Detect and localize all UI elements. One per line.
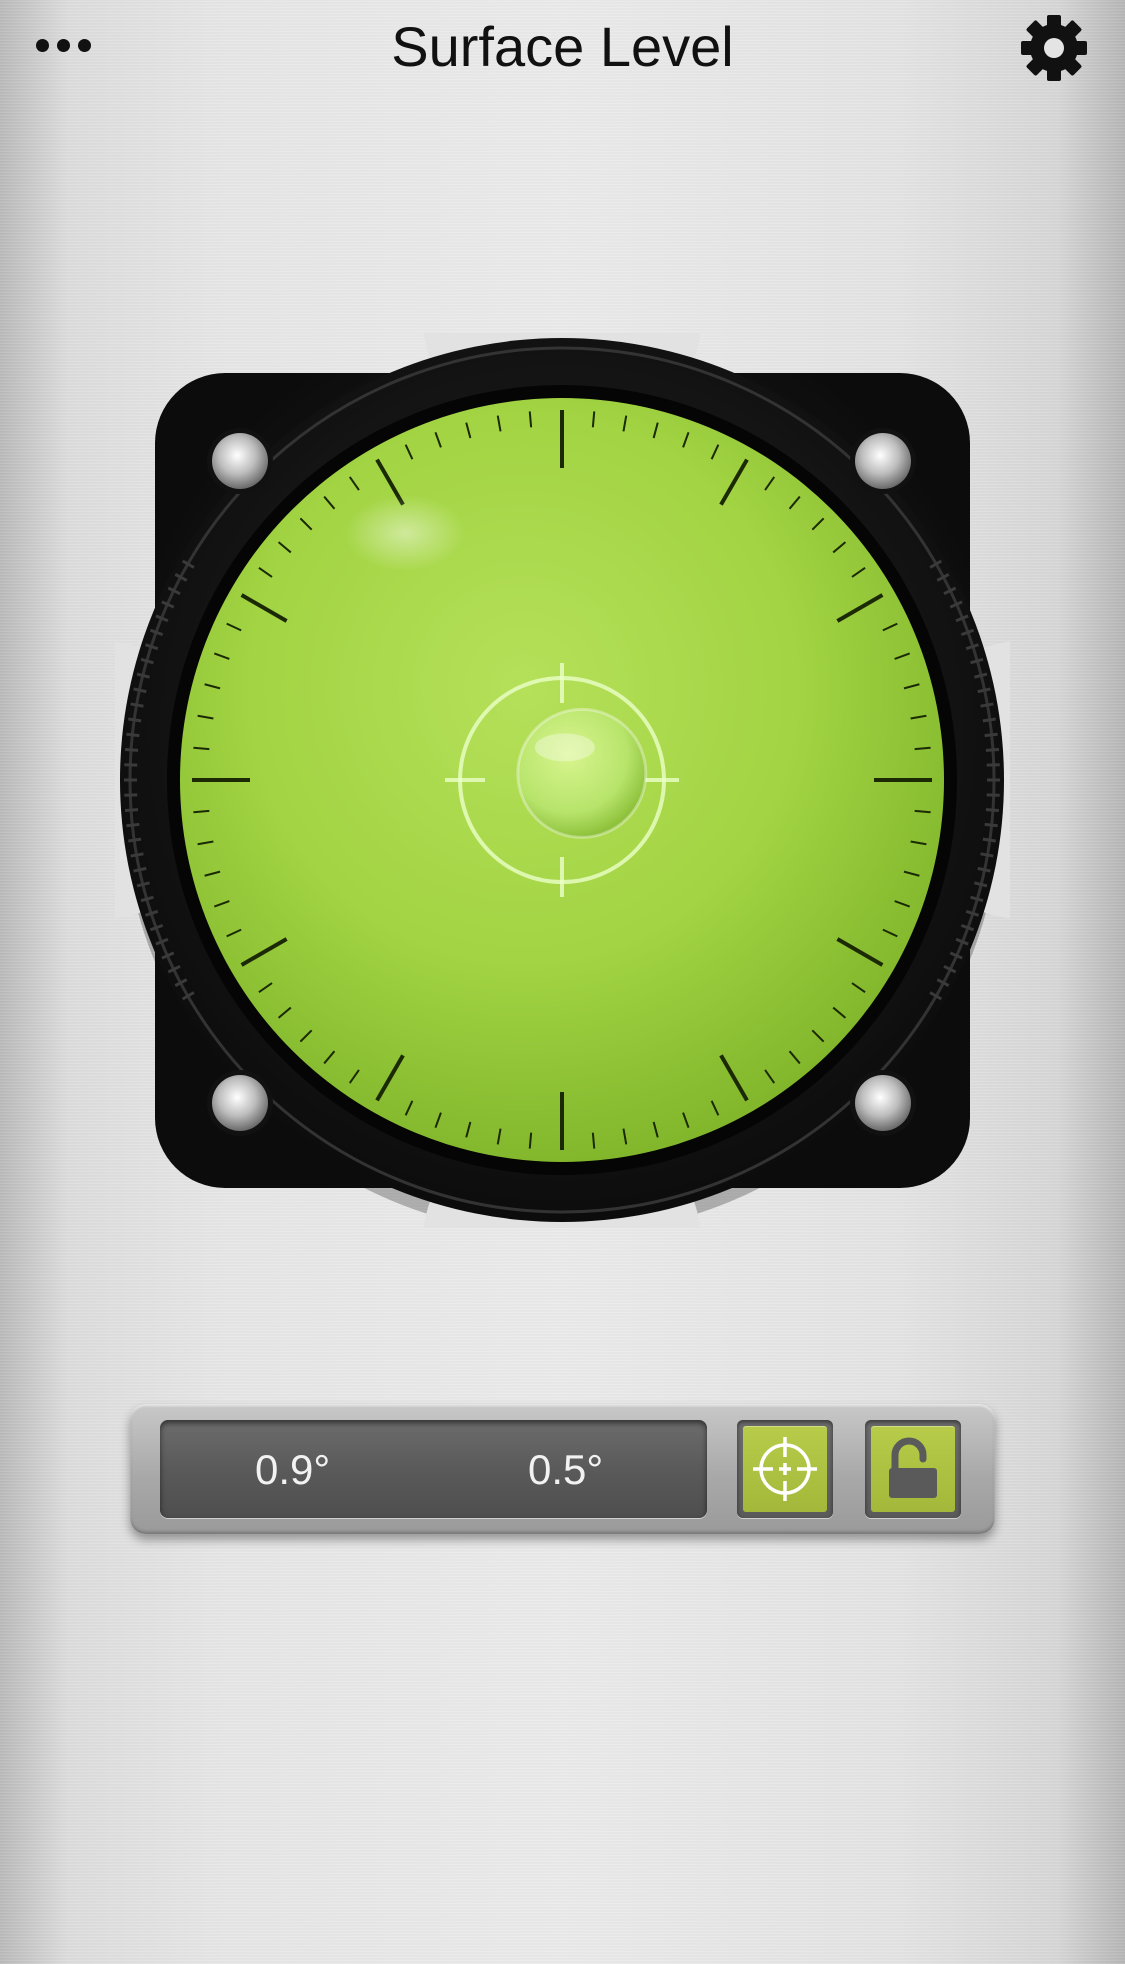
page-title: Surface Level bbox=[391, 15, 734, 78]
tick-mark bbox=[193, 809, 210, 814]
knurl-line bbox=[985, 747, 1000, 752]
glass-highlight bbox=[345, 495, 465, 571]
readout-tray: 0.9° 0.5° bbox=[130, 1404, 995, 1534]
knurl-line bbox=[128, 837, 142, 843]
tick-mark bbox=[914, 746, 931, 751]
unlocked-padlock-icon bbox=[889, 1437, 937, 1498]
knurl-line bbox=[982, 717, 996, 723]
knurl-line bbox=[126, 822, 140, 828]
tick-mark bbox=[193, 746, 210, 751]
bubble-level bbox=[115, 333, 1010, 1228]
x-angle-value: 0.9° bbox=[255, 1446, 331, 1493]
knurl-line bbox=[126, 732, 140, 738]
tick-mark bbox=[528, 1132, 533, 1149]
top-bar: Surface Level bbox=[0, 0, 1125, 96]
tick-mark bbox=[528, 411, 533, 428]
knurl-line bbox=[984, 732, 998, 738]
lock-button[interactable] bbox=[865, 1420, 961, 1518]
gear-icon bbox=[1021, 15, 1087, 81]
knurl-line bbox=[982, 837, 996, 843]
knurl-line bbox=[124, 747, 139, 752]
knurl-line bbox=[128, 717, 142, 723]
knurl-line bbox=[985, 808, 1000, 813]
calibrate-button[interactable] bbox=[737, 1420, 833, 1518]
knurl-line bbox=[124, 808, 139, 813]
settings-button[interactable] bbox=[1018, 12, 1090, 84]
angle-readout: 0.9° 0.5° bbox=[160, 1420, 707, 1518]
tick-mark bbox=[591, 1132, 596, 1149]
y-angle-value: 0.5° bbox=[528, 1446, 604, 1493]
knurl-line bbox=[984, 822, 998, 828]
level-bubble bbox=[516, 707, 648, 839]
tick-mark bbox=[591, 411, 596, 428]
tick-mark bbox=[914, 809, 931, 814]
crosshair-icon bbox=[753, 1437, 817, 1501]
